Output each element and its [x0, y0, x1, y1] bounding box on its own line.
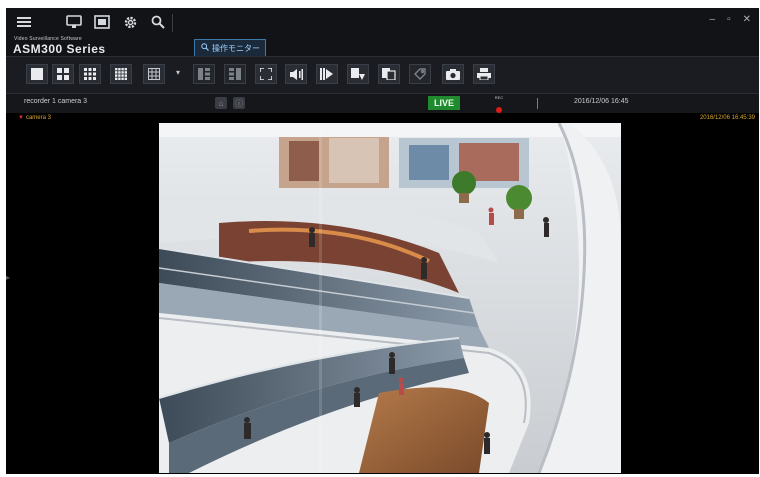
title-bar: Video Surveillance Software ASM300 Serie…: [6, 8, 759, 56]
tab-operation-monitor[interactable]: 操作モニター: [194, 39, 266, 56]
close-icon[interactable]: ✕: [743, 14, 751, 25]
ptz-icon[interactable]: ⌂: [215, 97, 227, 109]
camera-status-dot-icon: ▼: [18, 115, 24, 121]
layout-9-icon[interactable]: [79, 64, 101, 84]
tab-label: 操作モニター: [212, 43, 260, 53]
window-controls: – ▫ ✕: [710, 14, 752, 25]
status-separator: [537, 98, 538, 109]
top-icon-bar: [10, 11, 172, 33]
audio-icon[interactable]: [285, 64, 307, 84]
status-bar: recorder 1 camera 3 ⌂ ⓘ LIVE REC 2016/12…: [6, 93, 759, 114]
status-datetime: 2016/12/06 16:45: [574, 98, 629, 105]
search-icon[interactable]: [144, 11, 172, 33]
layout-1-icon[interactable]: [26, 64, 48, 84]
toolbar: ▾: [6, 56, 759, 93]
print-icon[interactable]: [473, 64, 495, 84]
camera-video-feed[interactable]: [159, 123, 621, 473]
tab-search-icon: [201, 43, 209, 53]
minimize-icon[interactable]: –: [710, 14, 716, 25]
camera-view-icon[interactable]: [88, 11, 116, 33]
monitor-icon[interactable]: [60, 11, 88, 33]
info-icon[interactable]: ⓘ: [233, 97, 245, 109]
gear-icon[interactable]: [116, 11, 144, 33]
export-icon[interactable]: [347, 64, 369, 84]
camera-viewer[interactable]: ▼ camera 3 2016/12/06 16:45:39 ▸: [6, 113, 759, 474]
copy-icon[interactable]: [378, 64, 400, 84]
sequence-prev-icon[interactable]: [193, 64, 215, 84]
status-icons: ⌂ ⓘ: [215, 97, 245, 109]
layout-custom-icon[interactable]: [143, 64, 165, 84]
selected-camera-label: recorder 1 camera 3: [24, 98, 88, 105]
sequence-next-icon[interactable]: [224, 64, 246, 84]
brand-name: ASM300 Series: [13, 42, 106, 56]
menu-icon[interactable]: [10, 11, 38, 33]
panel-expand-icon[interactable]: ▸: [6, 273, 10, 287]
title-separator: [172, 14, 173, 32]
layout-16-icon[interactable]: [110, 64, 132, 84]
rec-label: REC: [494, 95, 504, 100]
fullscreen-icon[interactable]: [255, 64, 277, 84]
layout-dropdown-icon[interactable]: ▾: [176, 68, 180, 77]
snapshot-icon[interactable]: [442, 64, 464, 84]
camera-overlay-timestamp: 2016/12/06 16:45:39: [699, 115, 755, 121]
camera-name-text: camera 3: [25, 115, 51, 121]
maximize-icon[interactable]: ▫: [727, 14, 731, 25]
app-window: Video Surveillance Software ASM300 Serie…: [6, 8, 759, 474]
playback-icon[interactable]: [316, 64, 338, 84]
rec-indicator: REC: [492, 95, 506, 113]
live-badge: LIVE: [428, 96, 460, 110]
tag-icon[interactable]: [409, 64, 431, 84]
camera-overlay-name: ▼ camera 3: [18, 115, 51, 121]
layout-4-icon[interactable]: [52, 64, 74, 84]
